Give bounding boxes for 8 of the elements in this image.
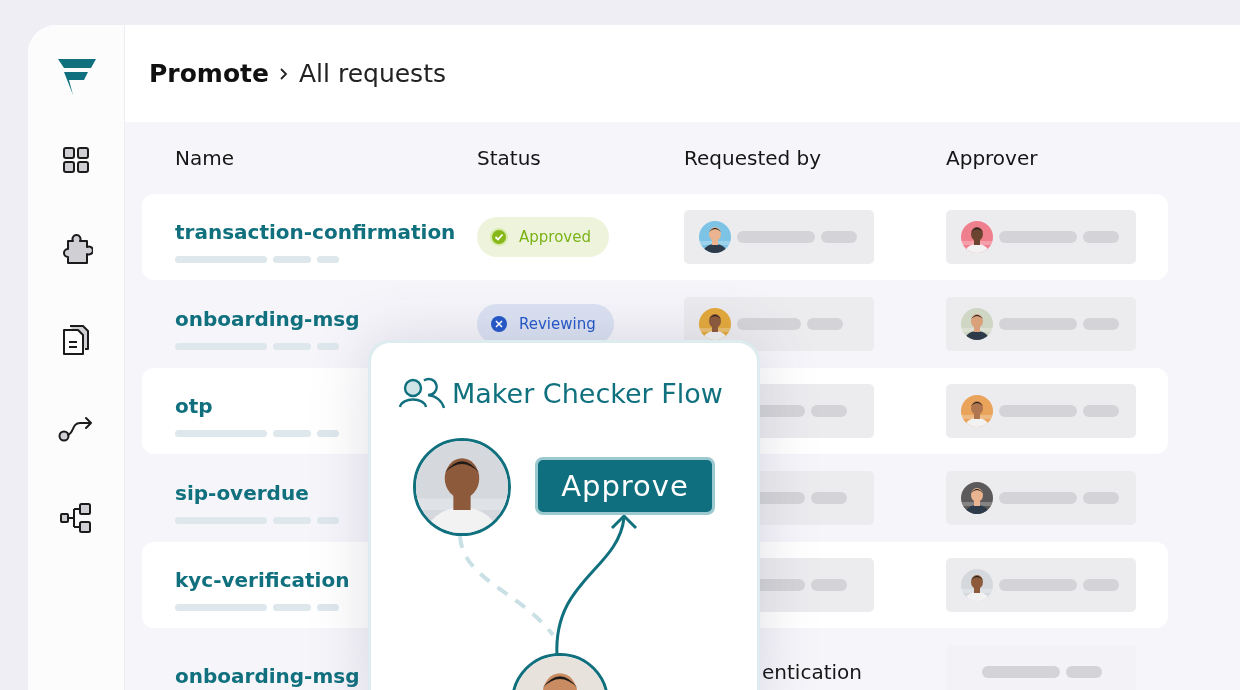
column-header: Name [175,146,235,170]
column-header: Status [477,146,542,170]
column-header: Approver [946,146,1039,170]
page-title: All requests [298,59,446,88]
status-badge: Approved [477,217,609,257]
column-header: Requested by [684,146,823,170]
requester-text: entication [761,660,862,684]
popup-title: Maker Checker Flow [452,377,723,409]
